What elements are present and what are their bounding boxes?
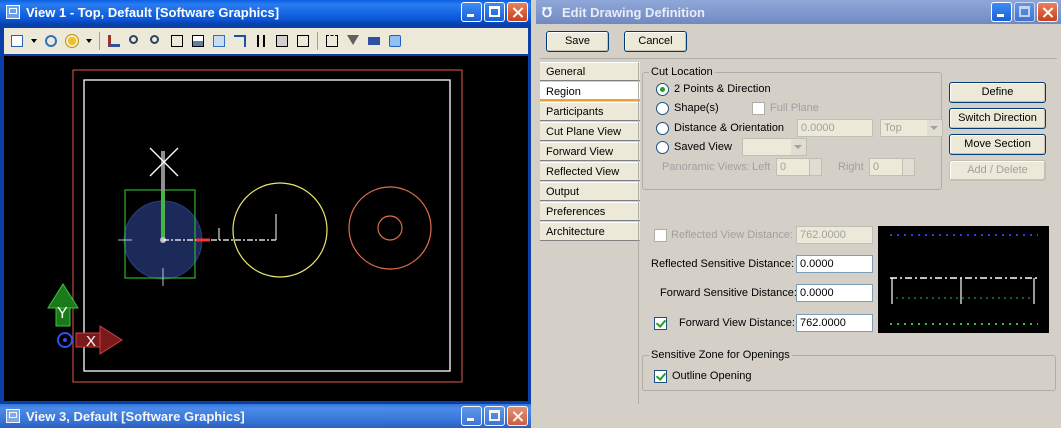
zoom-in-icon[interactable] — [126, 32, 144, 50]
forward-view-distance-field[interactable]: 762.0000 — [796, 314, 873, 332]
add-delete-button: Add / Delete — [949, 160, 1046, 181]
label-reflected-view-distance: Reflected View Distance: — [671, 229, 794, 241]
label-shapes: Shape(s) — [674, 102, 719, 114]
tab-list: General Region Participants Cut Plane Vi… — [540, 62, 640, 242]
view-1-window: View 1 - Top, Default [Software Graphics… — [0, 0, 531, 404]
orientation-select[interactable]: Top — [880, 119, 943, 137]
minimize-button[interactable] — [461, 406, 482, 426]
view-1-title: View 1 - Top, Default [Software Graphics… — [26, 4, 280, 20]
minimize-button[interactable] — [991, 2, 1012, 22]
right-spinner[interactable]: 0 — [869, 158, 915, 176]
close-button[interactable] — [507, 2, 528, 22]
dialog-title: Edit Drawing Definition — [562, 4, 705, 20]
view-toggles-icon[interactable] — [386, 32, 404, 50]
camera-icon[interactable] — [365, 32, 383, 50]
label-left: Left — [752, 161, 771, 173]
maximize-button[interactable] — [484, 406, 505, 426]
x-axis-arrow-head — [99, 325, 123, 355]
orientation-value: Top — [884, 122, 902, 134]
save-button[interactable]: Save — [546, 31, 609, 52]
copy-view-icon[interactable] — [294, 32, 312, 50]
clip-volume-icon[interactable] — [323, 32, 341, 50]
update-view-icon[interactable] — [105, 32, 123, 50]
fit-view-icon[interactable] — [189, 32, 207, 50]
label-panoramic-views: Panoramic Views: — [662, 161, 750, 173]
label-outline-opening: Outline Opening — [672, 370, 752, 382]
view-previous-icon[interactable] — [252, 32, 270, 50]
tab-participants[interactable]: Participants — [540, 102, 640, 121]
label-full-plane: Full Plane — [770, 102, 819, 114]
switch-direction-button[interactable]: Switch Direction — [949, 108, 1046, 129]
orange-circle-inner — [377, 215, 403, 241]
clip-mask-icon[interactable] — [344, 32, 362, 50]
minimize-button[interactable] — [461, 2, 482, 22]
dropdown-arrow-icon[interactable] — [29, 32, 39, 50]
view-window-icon — [6, 5, 20, 19]
microstation-logo-icon: ℧ — [542, 5, 552, 20]
x-axis-label: X — [86, 333, 96, 350]
display-style-icon[interactable] — [42, 32, 60, 50]
saved-view-select[interactable] — [742, 138, 807, 156]
view-3-titlebar[interactable]: View 3, Default [Software Graphics] — [0, 404, 531, 428]
view-1-titlebar[interactable]: View 1 - Top, Default [Software Graphics… — [0, 0, 531, 24]
reflected-view-distance-checkbox[interactable] — [654, 229, 667, 242]
cut-location-title: Cut Location — [649, 66, 715, 78]
rotate-view-icon[interactable] — [210, 32, 228, 50]
label-distance-orientation: Distance & Orientation — [674, 122, 785, 134]
label-2-points-direction: 2 Points & Direction — [674, 83, 771, 95]
left-spinner[interactable]: 0 — [776, 158, 822, 176]
orange-circle-outer — [348, 186, 432, 270]
edit-drawing-definition-dialog: ℧ Edit Drawing Definition Save Cancel Ge… — [536, 0, 1061, 426]
view-3-title: View 3, Default [Software Graphics] — [26, 408, 245, 424]
pan-view-icon[interactable] — [231, 32, 249, 50]
radio-shapes[interactable] — [656, 102, 669, 115]
yellow-circle — [232, 182, 328, 278]
section-preview — [878, 226, 1049, 333]
tab-general[interactable]: General — [540, 62, 640, 81]
cancel-button[interactable]: Cancel — [624, 31, 687, 52]
view-control-toolbar — [4, 28, 528, 54]
maximize-button[interactable] — [484, 2, 505, 22]
tab-output[interactable]: Output — [540, 182, 640, 201]
full-plane-checkbox[interactable] — [752, 102, 765, 115]
view-1-drawing-canvas[interactable]: Y X — [4, 56, 528, 401]
define-button[interactable]: Define — [949, 82, 1046, 103]
view-3-window: View 3, Default [Software Graphics] — [0, 404, 531, 428]
reflected-sensitive-distance-field[interactable]: 0.0000 — [796, 255, 873, 273]
radio-saved-view[interactable] — [656, 141, 669, 154]
view-window-icon — [6, 409, 20, 423]
sensitive-zone-title: Sensitive Zone for Openings — [649, 349, 792, 361]
dialog-titlebar[interactable]: ℧ Edit Drawing Definition — [536, 0, 1061, 24]
label-forward-view-distance: Forward View Distance: — [679, 317, 795, 329]
y-axis-label: Y — [57, 305, 68, 322]
label-forward-sensitive-distance: Forward Sensitive Distance: — [660, 287, 797, 299]
close-button[interactable] — [1037, 2, 1058, 22]
dropdown-arrow-icon[interactable] — [84, 32, 94, 50]
close-button[interactable] — [507, 406, 528, 426]
reflected-view-distance-field[interactable]: 762.0000 — [796, 226, 873, 244]
tab-preferences[interactable]: Preferences — [540, 202, 640, 221]
tab-forward-view[interactable]: Forward View — [540, 142, 640, 161]
tab-cut-plane-view[interactable]: Cut Plane View — [540, 122, 640, 141]
zoom-out-icon[interactable] — [147, 32, 165, 50]
distance-field[interactable]: 0.0000 — [797, 119, 873, 137]
radio-distance-orientation[interactable] — [656, 122, 669, 135]
lighting-icon[interactable] — [63, 32, 81, 50]
tab-reflected-view[interactable]: Reflected View — [540, 162, 640, 181]
maximize-button — [1014, 2, 1035, 22]
tab-architecture[interactable]: Architecture — [540, 222, 640, 241]
label-saved-view: Saved View — [674, 141, 732, 153]
view-attributes-icon[interactable] — [8, 32, 26, 50]
forward-sensitive-distance-field[interactable]: 0.0000 — [796, 284, 873, 302]
outline-opening-checkbox[interactable] — [654, 370, 667, 383]
window-area-icon[interactable] — [168, 32, 186, 50]
label-right: Right — [838, 161, 864, 173]
drawing-graphics: Y X — [47, 69, 463, 383]
tab-region[interactable]: Region — [540, 82, 640, 101]
move-section-button[interactable]: Move Section — [949, 134, 1046, 155]
label-reflected-sensitive-distance: Reflected Sensitive Distance: — [651, 258, 795, 270]
radio-2-points-direction[interactable] — [656, 83, 669, 96]
view-next-icon[interactable] — [273, 32, 291, 50]
forward-view-distance-checkbox[interactable] — [654, 317, 667, 330]
